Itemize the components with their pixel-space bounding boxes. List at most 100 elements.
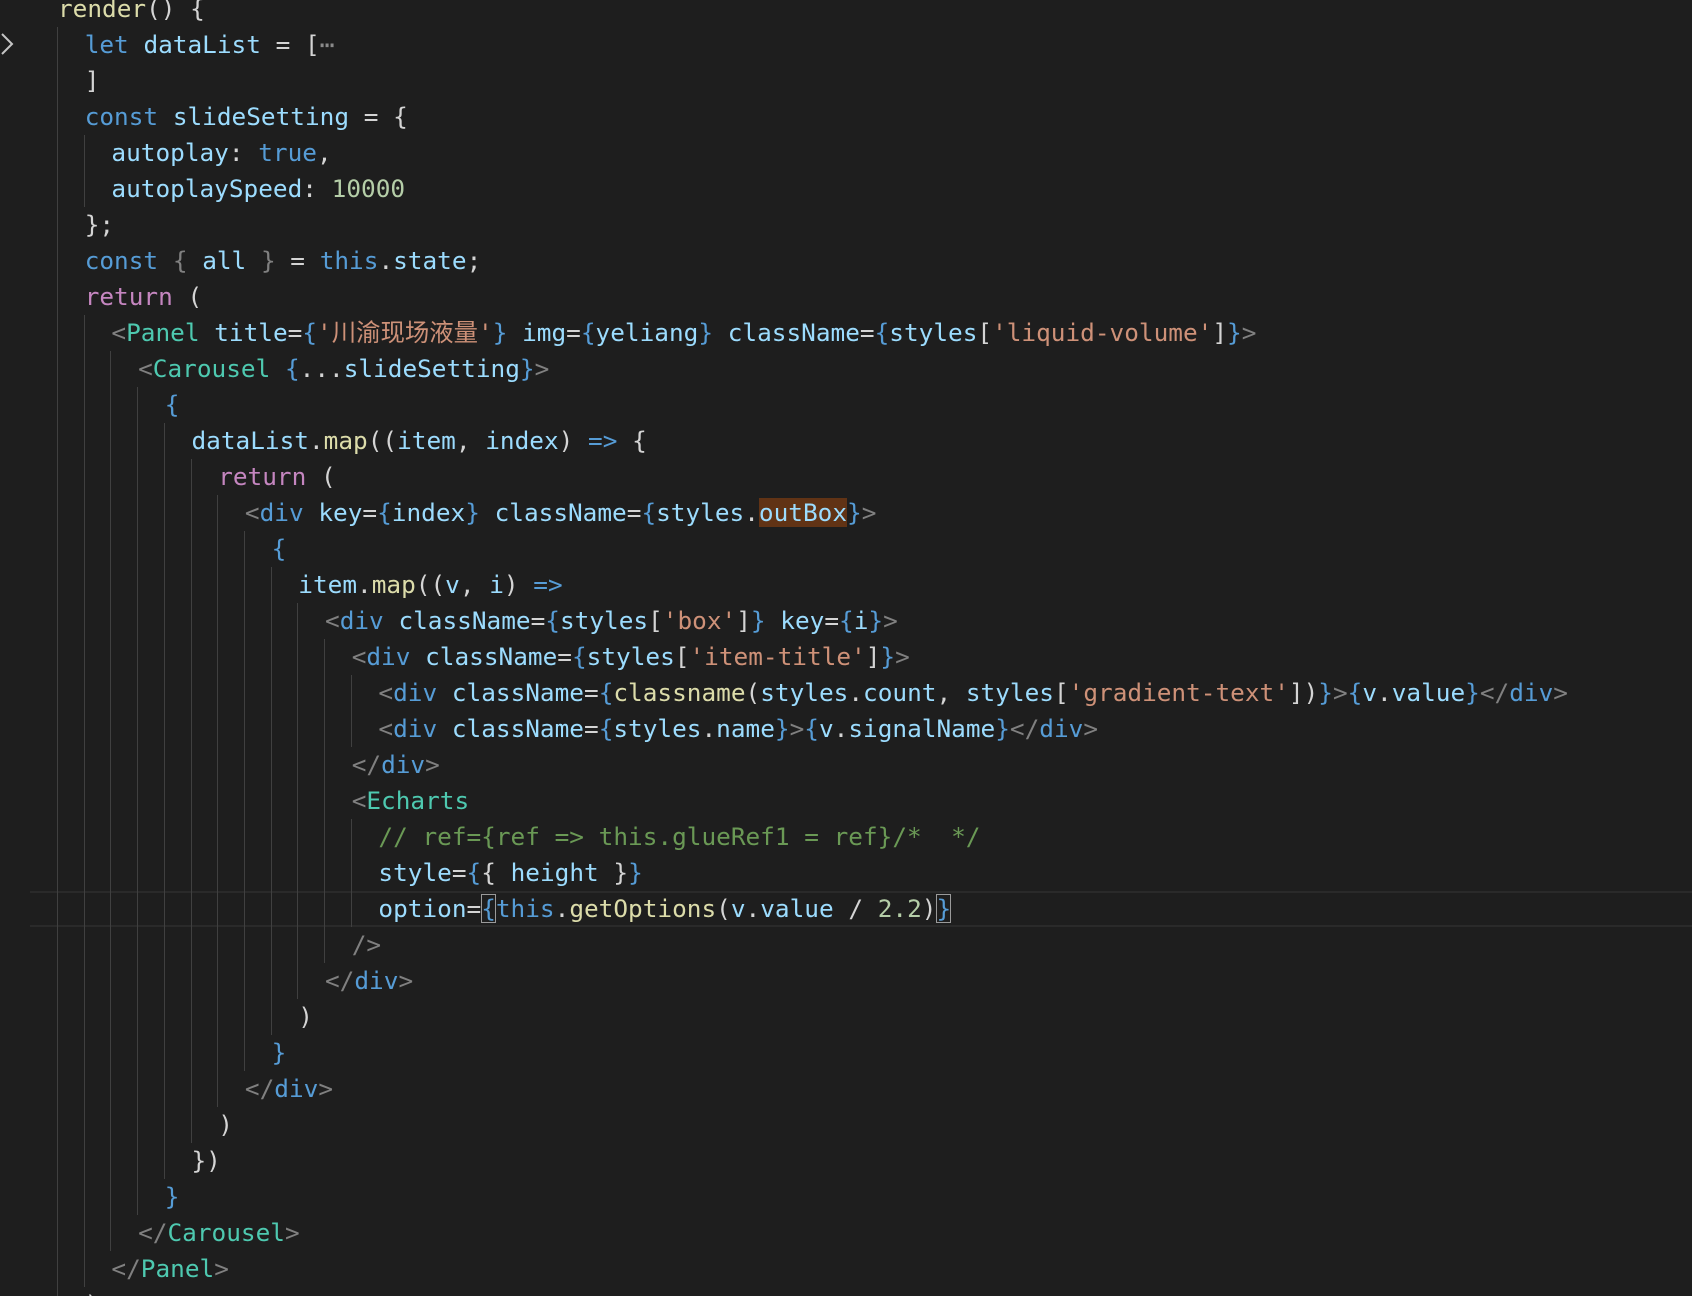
code-token: div	[1039, 714, 1084, 743]
code-line[interactable]: option={this.getOptions(v.value / 2.2)}	[0, 891, 1692, 927]
code-token: =	[451, 858, 467, 887]
indent-guide	[217, 1071, 219, 1107]
code-line[interactable]: return (	[0, 459, 1692, 495]
code-text: return (	[85, 279, 202, 315]
folded-region-ellipsis-icon[interactable]: ⋯	[320, 30, 335, 59]
code-line[interactable]: // ref={ref => this.glueRef1 = ref}/* */	[0, 819, 1692, 855]
code-line[interactable]: const { all } = this.state;	[0, 243, 1692, 279]
code-token: ]	[1212, 318, 1228, 347]
code-line[interactable]: <Carousel {...slideSetting}>	[0, 351, 1692, 387]
indent-guide	[57, 63, 58, 99]
indent-guide	[243, 819, 245, 855]
indent-guide	[217, 747, 219, 783]
code-editor[interactable]: render() {let dataList = [⋯] const slideS…	[0, 0, 1692, 1296]
code-line[interactable]: style={{ height }}	[0, 855, 1692, 891]
code-line[interactable]: ]	[0, 63, 1692, 99]
code-line[interactable]: let dataList = [⋯	[0, 27, 1692, 63]
code-line[interactable]: <div className={styles.name}>{v.signalNa…	[0, 711, 1692, 747]
code-line[interactable]: </div>	[0, 747, 1692, 783]
code-line[interactable]: }	[0, 1179, 1692, 1215]
code-line[interactable]: autoplay: true,	[0, 135, 1692, 171]
code-line[interactable]: <div className={styles['box']} key={i}>	[0, 603, 1692, 639]
code-line[interactable]: return (	[0, 279, 1692, 315]
code-line[interactable]: <div key={index} className={styles.outBo…	[0, 495, 1692, 531]
code-token: index	[485, 426, 559, 455]
code-text: <div className={classname(styles.count, …	[378, 675, 1568, 711]
indent-guide	[110, 531, 112, 567]
code-line[interactable]: <Panel title={'川渝现场液量'} img={yeliang} cl…	[0, 315, 1692, 351]
code-token: div	[393, 678, 438, 707]
code-line[interactable]: </div>	[0, 1071, 1692, 1107]
indent-guide	[324, 855, 325, 891]
code-token: {	[1347, 678, 1363, 707]
indent-guide	[324, 675, 325, 711]
code-token: index	[391, 498, 466, 527]
code-text: <Panel title={'川渝现场液量'} img={yeliang} cl…	[111, 315, 1256, 351]
indent-guide	[217, 567, 219, 603]
code-line[interactable]: render() {	[0, 0, 1692, 27]
code-line[interactable]: />	[0, 927, 1692, 963]
code-line[interactable]: </Carousel>	[0, 1215, 1692, 1251]
code-text: </div>	[325, 963, 413, 999]
code-token: =	[584, 714, 599, 743]
code-token: =	[362, 498, 378, 527]
code-token: .	[378, 246, 394, 275]
indent-guide	[324, 891, 325, 927]
code-line[interactable]: autoplaySpeed: 10000	[0, 171, 1692, 207]
indent-guide	[57, 135, 58, 171]
code-line[interactable]: )	[0, 999, 1692, 1035]
indent-guide	[217, 531, 219, 567]
code-token: value	[1391, 678, 1466, 707]
code-line[interactable]: };	[0, 207, 1692, 243]
indent-guide	[190, 1071, 192, 1107]
code-text: </Panel>	[111, 1251, 229, 1287]
code-token: = [	[260, 30, 320, 59]
code-token: .	[745, 894, 761, 923]
indent-guide	[163, 423, 165, 459]
code-token: }	[628, 858, 643, 887]
indent-guide	[217, 1035, 219, 1071]
code-line[interactable]: })	[0, 1143, 1692, 1179]
code-token: ,	[459, 570, 490, 599]
indent-guide	[243, 855, 245, 891]
code-line[interactable]: const slideSetting = {	[0, 99, 1692, 135]
indent-guide	[217, 927, 219, 963]
indent-guide	[83, 855, 85, 891]
code-token: =	[466, 894, 482, 923]
code-token: </	[1479, 678, 1510, 707]
code-token: return	[218, 462, 307, 491]
indent-guide	[83, 747, 85, 783]
code-token: className	[425, 642, 558, 671]
indent-guide	[110, 459, 112, 495]
indent-guide	[190, 495, 192, 531]
code-token: >	[534, 354, 550, 383]
code-token: className	[494, 498, 627, 527]
indent-guide	[137, 531, 139, 567]
code-line[interactable]: {	[0, 531, 1692, 567]
code-line[interactable]: dataList.map((item, index) => {	[0, 423, 1692, 459]
indent-guide	[190, 927, 192, 963]
code-line[interactable]: item.map((v, i) =>	[0, 567, 1692, 603]
code-line[interactable]: {	[0, 387, 1692, 423]
code-token: >	[284, 1218, 300, 1247]
indent-guide	[270, 711, 272, 747]
indent-guide	[163, 819, 165, 855]
code-token: div	[274, 1074, 319, 1103]
code-line[interactable]: </Panel>	[0, 1251, 1692, 1287]
code-line[interactable]: <div className={classname(styles.count, …	[0, 675, 1692, 711]
indent-guide	[57, 819, 58, 855]
code-line[interactable]: <Echarts	[0, 783, 1692, 819]
code-line[interactable]: );	[0, 1287, 1692, 1296]
indent-guide	[110, 1107, 112, 1143]
code-line[interactable]: </div>	[0, 963, 1692, 999]
code-line[interactable]: }	[0, 1035, 1692, 1071]
code-token: {	[164, 390, 180, 419]
code-token: {	[874, 318, 890, 347]
code-line[interactable]: <div className={styles['item-title']}>	[0, 639, 1692, 675]
indent-guide	[137, 855, 139, 891]
indent-guide	[137, 495, 139, 531]
code-line[interactable]: )	[0, 1107, 1692, 1143]
code-token: Panel	[140, 1254, 215, 1283]
